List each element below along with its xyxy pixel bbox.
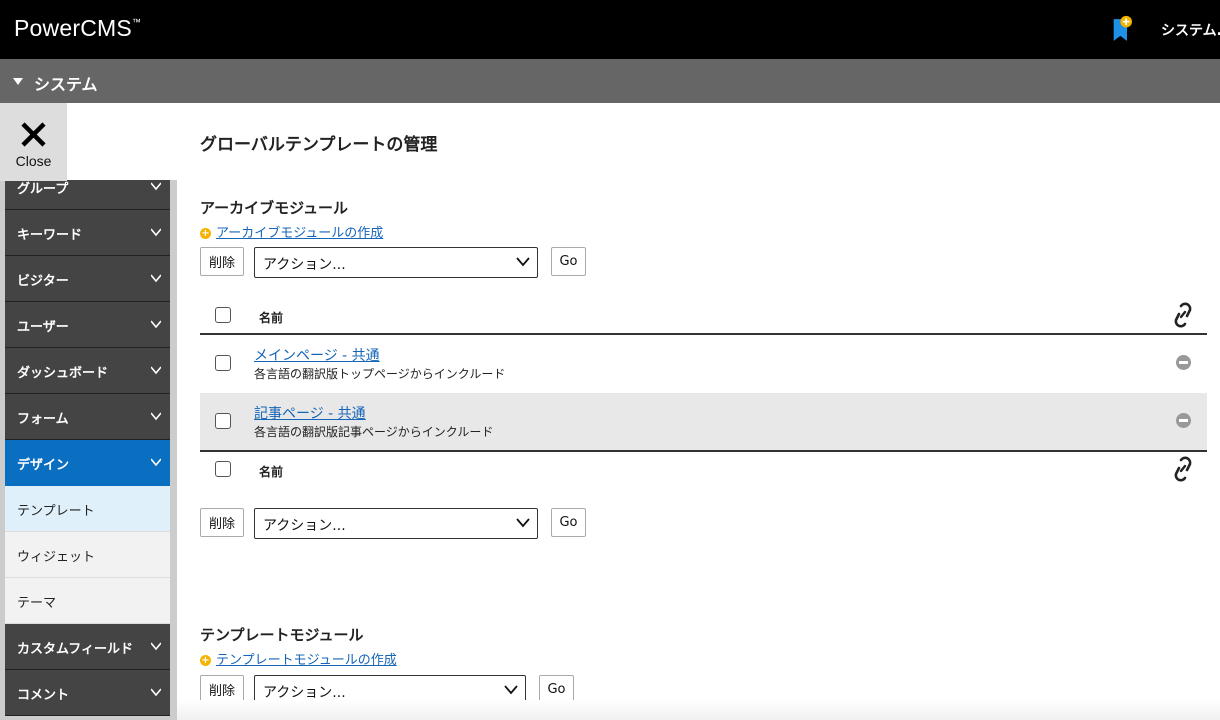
sidebar-item-label: カスタムフィールド [17, 642, 133, 657]
template-name-link[interactable]: 記事ページ - 共通 [254, 403, 366, 423]
sidebar-item-comment[interactable]: コメント [5, 670, 170, 716]
sidebar-item-label: ビジター [17, 274, 69, 289]
chevron-down-icon [151, 642, 161, 651]
chevron-down-icon [151, 228, 161, 237]
column-footer-name[interactable]: 名前 [259, 463, 283, 480]
table-header-divider [200, 333, 1207, 335]
sidebar-item-group[interactable]: グループ [5, 180, 170, 210]
plus-icon: + [200, 655, 211, 666]
sidebar-subitem-label: ウィジェット [17, 550, 96, 565]
sidebar-subitem-label: テーマ [17, 596, 57, 611]
close-icon [21, 122, 46, 147]
row-checkbox[interactable] [215, 413, 231, 429]
chevron-down-icon [151, 458, 161, 467]
sidebar-item-dashboard[interactable]: ダッシュボード [5, 348, 170, 394]
chevron-down-icon [151, 320, 161, 329]
logo[interactable]: PowerCMS™ [14, 15, 141, 42]
sidebar-item-custom-field[interactable]: カスタムフィールド [5, 624, 170, 670]
sidebar-item-label: コメント [17, 688, 70, 703]
template-description: 各言語の翻訳版記事ページからインクルード [254, 425, 494, 439]
chevron-down-icon [516, 518, 530, 528]
link-icon[interactable] [1172, 302, 1194, 328]
sidebar-subitem-template[interactable]: テンプレート [5, 486, 170, 532]
action-select-value: アクション... [263, 257, 346, 273]
chevron-down-icon [516, 257, 530, 267]
sidebar-subitem-widget[interactable]: ウィジェット [5, 532, 170, 578]
template-section-title: テンプレートモジュール [200, 626, 364, 644]
top-bar: PowerCMS™ システム... [0, 0, 1220, 59]
archive-section-title: アーカイブモジュール [200, 199, 349, 217]
action-select-value: アクション... [263, 685, 346, 701]
sidebar-subitem-label: テンプレート [17, 504, 95, 519]
link-icon[interactable] [1172, 456, 1194, 482]
user-menu[interactable]: システム... [1161, 20, 1220, 40]
action-select-bottom[interactable]: アクション... [254, 508, 538, 539]
delete-button-bottom[interactable]: 削除 [200, 508, 244, 537]
chevron-down-icon [151, 412, 161, 421]
table-footer-divider [200, 450, 1207, 452]
select-all-checkbox[interactable] [215, 307, 231, 323]
row-checkbox[interactable] [215, 355, 231, 371]
system-title: システム [34, 75, 98, 94]
chevron-down-icon [151, 366, 161, 375]
sidebar: グループ キーワード ビジター ユーザー ダッシュボード フォーム デザイン テ… [0, 180, 177, 720]
bookmark-add-icon[interactable] [1112, 14, 1132, 46]
sidebar-item-design[interactable]: デザイン [5, 440, 170, 486]
template-description: 各言語の翻訳版トップページからインクルード [254, 367, 506, 381]
create-template-module: + テンプレートモジュールの作成 [200, 649, 397, 668]
sidebar-item-form[interactable]: フォーム [5, 394, 170, 440]
chevron-down-icon [504, 685, 518, 695]
sidebar-item-label: ユーザー [17, 320, 69, 335]
sidebar-item-label: キーワード [17, 228, 83, 243]
sidebar-item-label: グループ [17, 182, 69, 197]
page-title: グローバルテンプレートの管理 [200, 135, 438, 155]
system-bar[interactable]: システム [0, 59, 1220, 103]
bottom-fade [177, 700, 1220, 720]
sidebar-item-user[interactable]: ユーザー [5, 302, 170, 348]
action-select[interactable]: アクション... [254, 247, 538, 278]
plus-icon: + [200, 228, 211, 239]
action-select-value: アクション... [263, 518, 346, 534]
caret-down-icon [13, 78, 23, 85]
sidebar-menu: グループ キーワード ビジター ユーザー ダッシュボード フォーム デザイン テ… [5, 180, 170, 716]
remove-icon[interactable] [1176, 355, 1191, 370]
sidebar-item-keyword[interactable]: キーワード [5, 210, 170, 256]
delete-button[interactable]: 削除 [200, 247, 244, 276]
sidebar-subitem-theme[interactable]: テーマ [5, 578, 170, 624]
chevron-down-icon [151, 274, 161, 283]
create-template-module-link[interactable]: テンプレートモジュールの作成 [216, 653, 397, 668]
sidebar-item-label: ダッシュボード [17, 366, 109, 381]
go-button-bottom[interactable]: Go [551, 508, 586, 537]
chevron-down-icon [151, 182, 161, 191]
go-button[interactable]: Go [551, 247, 586, 276]
sidebar-item-visitor[interactable]: ビジター [5, 256, 170, 302]
select-all-checkbox-footer[interactable] [215, 461, 231, 477]
create-archive-module-link[interactable]: アーカイブモジュールの作成 [216, 226, 383, 241]
remove-icon[interactable] [1176, 413, 1191, 428]
chevron-down-icon [151, 688, 161, 697]
close-label: Close [15, 153, 52, 169]
template-name-link[interactable]: メインページ - 共通 [254, 345, 380, 365]
column-header-name[interactable]: 名前 [259, 309, 283, 326]
close-button[interactable]: Close [0, 103, 67, 181]
sidebar-item-label: フォーム [17, 412, 69, 427]
create-archive-module: + アーカイブモジュールの作成 [200, 222, 383, 241]
sidebar-item-label: デザイン [17, 458, 70, 473]
